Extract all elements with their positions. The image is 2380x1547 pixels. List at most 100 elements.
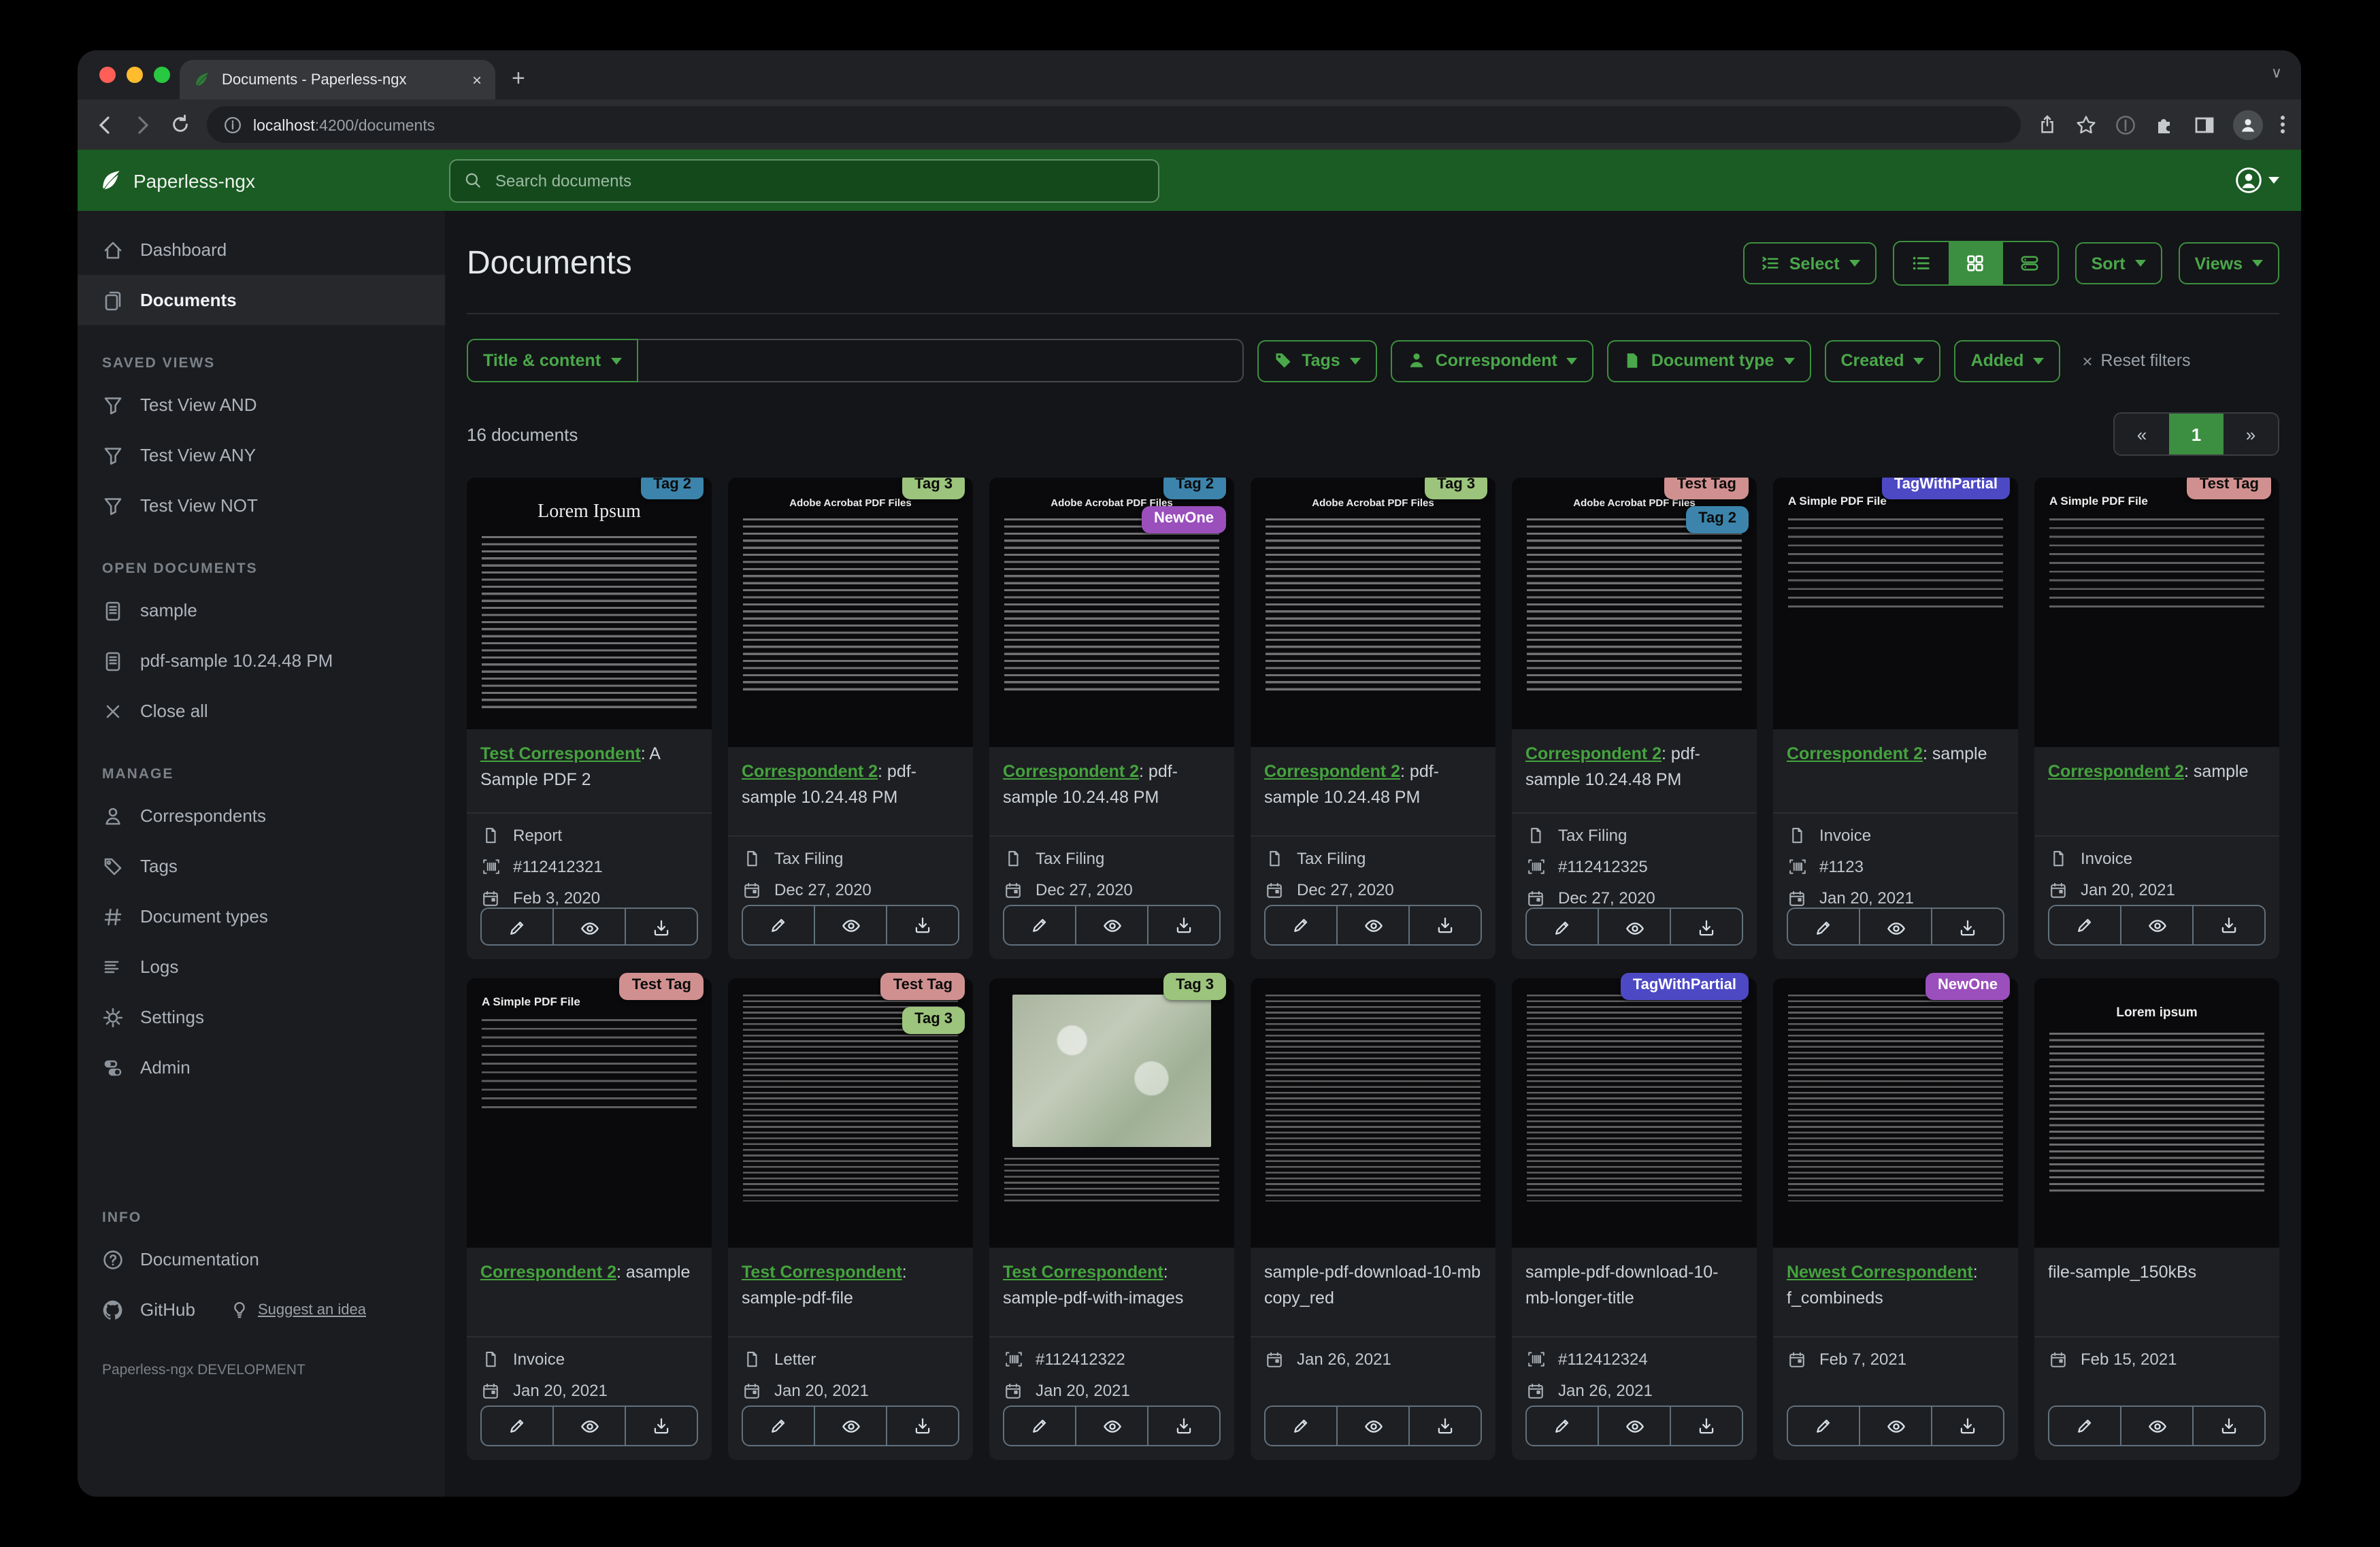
download-button[interactable] [1670, 909, 1742, 945]
download-button[interactable] [1408, 1407, 1481, 1445]
document-thumbnail[interactable] [989, 978, 1234, 1248]
filter-added-button[interactable]: Added [1954, 339, 2061, 382]
document-thumbnail[interactable]: A Simple PDF File [2034, 478, 2279, 747]
correspondent-link[interactable]: Test Correspondent [742, 1263, 902, 1282]
select-button[interactable]: Select [1742, 242, 1877, 284]
document-thumbnail[interactable] [1512, 978, 1757, 1248]
view-button[interactable] [1859, 909, 1931, 945]
view-button[interactable] [1075, 1407, 1147, 1445]
edit-button[interactable] [1527, 909, 1598, 944]
download-button[interactable] [2192, 1407, 2264, 1445]
edit-button[interactable] [1004, 1407, 1075, 1445]
tag-badge[interactable]: TagWithPartial [1881, 478, 2010, 499]
document-thumbnail[interactable] [1773, 978, 2018, 1248]
sidebar-item-admin[interactable]: Admin [78, 1042, 445, 1093]
site-info-icon[interactable] [223, 115, 242, 134]
download-button[interactable] [1147, 906, 1219, 944]
sidebar-item-logs[interactable]: Logs [78, 942, 445, 992]
tag-badge[interactable]: Tag 3 [1425, 478, 1487, 499]
edit-button[interactable] [1788, 909, 1859, 944]
browser-profile-avatar[interactable] [2233, 110, 2263, 139]
correspondent-link[interactable]: Correspondent 2 [2048, 762, 2184, 781]
edit-button[interactable] [482, 1407, 552, 1445]
view-button[interactable] [552, 1407, 625, 1445]
user-menu[interactable] [2234, 166, 2279, 195]
view-button[interactable] [1075, 906, 1147, 944]
tag-badge[interactable]: Test Tag [1664, 478, 1749, 499]
tag-badge[interactable]: Tag 2 [641, 478, 704, 499]
correspondent-link[interactable]: Test Correspondent [1003, 1263, 1163, 1282]
sidebar-item-test-view-not[interactable]: Test View NOT [78, 480, 445, 531]
view-button[interactable] [552, 909, 625, 945]
edit-button[interactable] [1266, 906, 1336, 944]
edit-button[interactable] [743, 906, 814, 944]
correspondent-link[interactable]: Correspondent 2 [1525, 744, 1662, 763]
sidebar-item-tags[interactable]: Tags [78, 841, 445, 891]
tag-badge[interactable]: NewOne [1925, 973, 2010, 1000]
view-button[interactable] [1336, 1407, 1408, 1445]
download-button[interactable] [886, 906, 958, 944]
sidebar-item-correspondents[interactable]: Correspondents [78, 791, 445, 841]
view-button[interactable] [1859, 1407, 1931, 1445]
filter-created-button[interactable]: Created [1824, 339, 1941, 382]
filter-field-button[interactable]: Title & content [467, 339, 638, 382]
correspondent-link[interactable]: Correspondent 2 [1003, 762, 1139, 781]
download-button[interactable] [1670, 1407, 1742, 1445]
sidebar-item-sample[interactable]: sample [78, 585, 445, 635]
filter-query-input[interactable] [638, 339, 1244, 382]
tag-badge[interactable]: Tag 2 [1163, 478, 1226, 499]
tag-badge[interactable]: Tag 3 [1163, 973, 1226, 1000]
maximize-window-button[interactable] [154, 67, 170, 83]
side-panel-icon[interactable] [2194, 114, 2215, 135]
view-button[interactable] [2120, 1407, 2192, 1445]
edit-button[interactable] [743, 1407, 814, 1445]
bookmark-star-icon[interactable] [2075, 114, 2097, 135]
sort-button[interactable]: Sort [2075, 242, 2162, 284]
correspondent-link[interactable]: Correspondent 2 [1264, 762, 1400, 781]
document-thumbnail[interactable]: A Simple PDF File [1773, 478, 2018, 730]
page-prev-button[interactable]: « [2115, 414, 2169, 454]
download-button[interactable] [1147, 1407, 1219, 1445]
document-thumbnail[interactable]: Lorem Ipsum [467, 478, 712, 730]
share-icon[interactable] [2037, 114, 2057, 135]
download-button[interactable] [625, 909, 697, 945]
page-current[interactable]: 1 [2169, 414, 2224, 454]
sidebar-item-test-view-any[interactable]: Test View ANY [78, 430, 445, 480]
download-button[interactable] [1931, 909, 2003, 945]
tag-badge[interactable]: Test Tag [2187, 478, 2271, 499]
tag-badge[interactable]: Tag 3 [902, 1006, 965, 1033]
sidebar-item-pdf-sample-10-24-48-pm[interactable]: pdf-sample 10.24.48 PM [78, 635, 445, 686]
page-next-button[interactable]: » [2224, 414, 2278, 454]
filter-correspondent-button[interactable]: Correspondent [1390, 339, 1594, 382]
sidebar-item-documentation[interactable]: Documentation [78, 1234, 445, 1284]
download-button[interactable] [1408, 906, 1481, 944]
new-tab-button[interactable]: + [512, 65, 525, 93]
filter-tags-button[interactable]: Tags [1257, 339, 1377, 382]
view-button[interactable] [1598, 1407, 1670, 1445]
edit-button[interactable] [482, 909, 552, 944]
tag-badge[interactable]: Test Tag [880, 973, 965, 1000]
reload-button[interactable] [170, 114, 191, 135]
correspondent-link[interactable]: Newest Correspondent [1787, 1263, 1973, 1282]
close-window-button[interactable] [99, 67, 116, 83]
sidebar-item-documents[interactable]: Documents [78, 275, 445, 325]
view-button[interactable] [814, 1407, 886, 1445]
view-button[interactable] [814, 906, 886, 944]
edit-button[interactable] [2049, 1407, 2120, 1445]
correspondent-link[interactable]: Correspondent 2 [1787, 744, 1923, 763]
view-mode-grid-button[interactable] [1948, 242, 2003, 284]
edit-button[interactable] [1266, 1407, 1336, 1445]
global-search[interactable] [449, 159, 1159, 202]
document-thumbnail[interactable]: Adobe Acrobat PDF Files [1251, 478, 1495, 747]
search-input[interactable] [493, 169, 1144, 191]
forward-button[interactable] [132, 114, 154, 135]
document-thumbnail[interactable]: A Simple PDF File [467, 978, 712, 1248]
browser-menu-kebab-icon[interactable] [2281, 116, 2285, 133]
download-button[interactable] [625, 1407, 697, 1445]
download-button[interactable] [2192, 906, 2264, 944]
tab-close-icon[interactable]: × [472, 71, 482, 88]
view-button[interactable] [2120, 906, 2192, 944]
view-button[interactable] [1336, 906, 1408, 944]
address-bar[interactable]: localhost:4200/documents [207, 106, 2021, 143]
sidebar-item-github[interactable]: GitHub Suggest an idea [78, 1284, 445, 1335]
